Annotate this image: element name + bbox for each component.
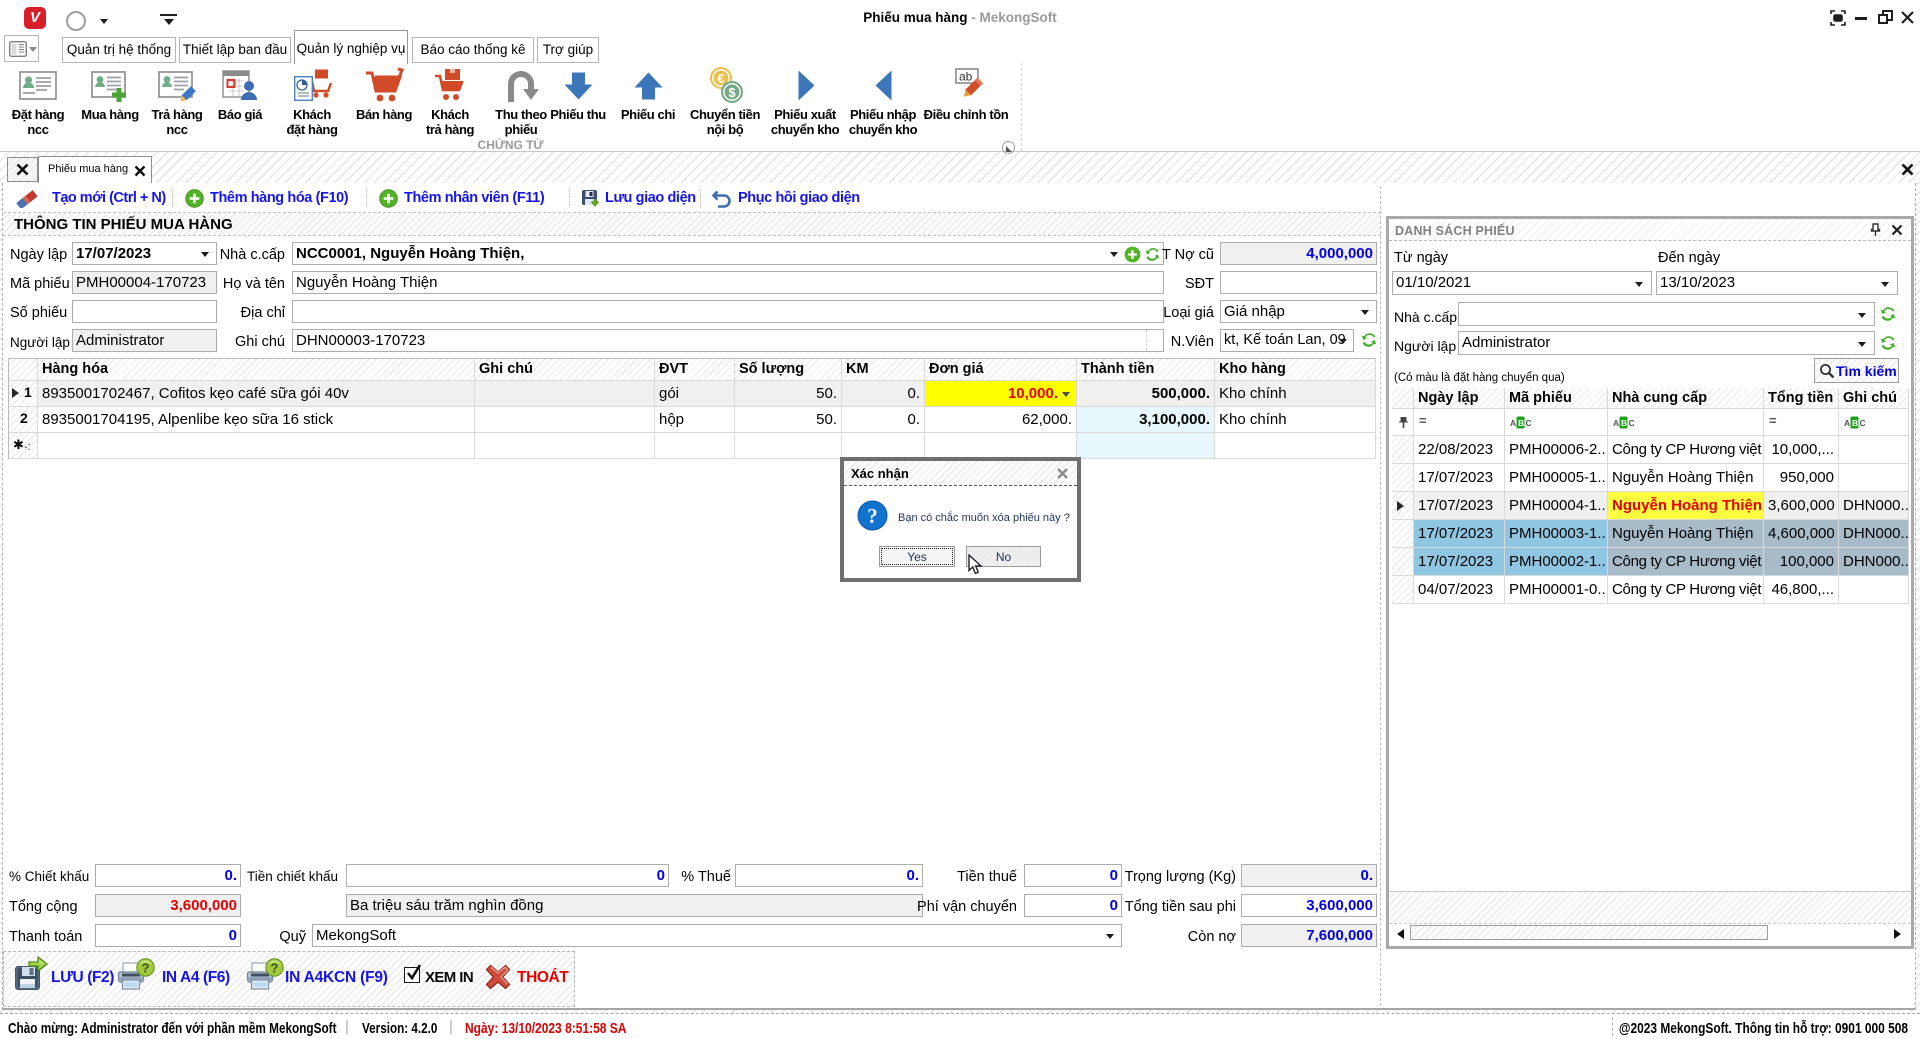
svg-text:€: € (717, 71, 724, 86)
svg-text:A: A (1510, 418, 1516, 428)
svg-text:?: ? (271, 961, 279, 976)
svg-text:C: C (1860, 418, 1866, 428)
svg-text:B: B (1852, 418, 1858, 428)
svg-text:ab: ab (959, 70, 973, 84)
svg-text:C: C (1629, 418, 1635, 428)
svg-text:?: ? (867, 504, 878, 528)
svg-text:B: B (1518, 418, 1524, 428)
svg-text:A: A (1613, 418, 1619, 428)
svg-text:A: A (1844, 418, 1850, 428)
svg-text:B: B (1621, 418, 1627, 428)
svg-text:$: $ (728, 85, 736, 100)
svg-text:?: ? (142, 961, 150, 976)
svg-text:C: C (1526, 418, 1532, 428)
